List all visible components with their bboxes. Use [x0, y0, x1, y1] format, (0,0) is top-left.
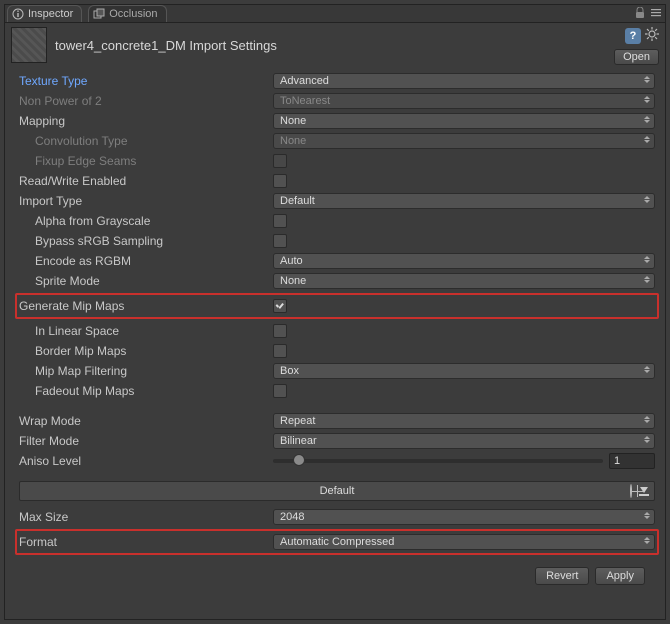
border-mip-maps-checkbox[interactable] — [273, 344, 287, 358]
chevron-updown-icon — [643, 436, 651, 443]
lock-icon[interactable] — [635, 7, 645, 22]
bypass-srgb-checkbox[interactable] — [273, 234, 287, 248]
alpha-from-grayscale-checkbox[interactable] — [273, 214, 287, 228]
mapping-dropdown[interactable]: None — [273, 113, 655, 129]
chevron-updown-icon — [643, 136, 651, 143]
asset-header: tower4_concrete1_DM Import Settings ? Op… — [5, 23, 665, 65]
import-type-dropdown[interactable]: Default — [273, 193, 655, 209]
tab-bar: Inspector Occlusion — [5, 5, 665, 23]
highlight-generate-mip-maps: Generate Mip Maps — [15, 293, 659, 319]
filter-mode-dropdown[interactable]: Bilinear — [273, 433, 655, 449]
texture-type-dropdown[interactable]: Advanced — [273, 73, 655, 89]
read-write-enabled-label: Read/Write Enabled — [19, 174, 273, 188]
alpha-from-grayscale-label: Alpha from Grayscale — [19, 214, 273, 228]
highlight-format: Format Automatic Compressed — [15, 529, 659, 555]
encode-as-rgbm-label: Encode as RGBM — [19, 254, 273, 268]
read-write-enabled-checkbox[interactable] — [273, 174, 287, 188]
pane-menu-icon[interactable] — [651, 7, 661, 22]
convolution-type-label: Convolution Type — [19, 134, 273, 148]
generate-mip-maps-checkbox[interactable] — [273, 299, 287, 313]
platform-bar[interactable]: Default — [19, 481, 655, 501]
format-label: Format — [19, 535, 273, 549]
chevron-updown-icon — [643, 196, 651, 203]
non-power-of-2-label: Non Power of 2 — [19, 94, 273, 108]
generate-mip-maps-label: Generate Mip Maps — [19, 299, 273, 313]
aniso-level-slider[interactable] — [273, 459, 603, 463]
tab-inspector[interactable]: Inspector — [7, 5, 82, 22]
border-mip-maps-label: Border Mip Maps — [19, 344, 273, 358]
mip-map-filtering-label: Mip Map Filtering — [19, 364, 273, 378]
properties-body: Texture Type Advanced Non Power of 2 ToN… — [5, 65, 665, 591]
fadeout-mip-maps-label: Fadeout Mip Maps — [19, 384, 273, 398]
texture-thumbnail — [11, 27, 47, 63]
tab-inspector-label: Inspector — [28, 8, 73, 20]
tab-occlusion[interactable]: Occlusion — [88, 5, 166, 22]
chevron-updown-icon — [643, 76, 651, 83]
non-power-of-2-dropdown: ToNearest — [273, 93, 655, 109]
chevron-updown-icon — [643, 276, 651, 283]
gear-icon[interactable] — [645, 27, 659, 44]
fixup-edge-seams-checkbox — [273, 154, 287, 168]
chevron-updown-icon — [643, 416, 651, 423]
aniso-level-label: Aniso Level — [19, 454, 273, 468]
mip-map-filtering-dropdown[interactable]: Box — [273, 363, 655, 379]
import-type-label: Import Type — [19, 194, 273, 208]
in-linear-space-checkbox[interactable] — [273, 324, 287, 338]
revert-button[interactable]: Revert — [535, 567, 589, 585]
texture-type-label: Texture Type — [19, 74, 273, 88]
sprite-mode-dropdown[interactable]: None — [273, 273, 655, 289]
fixup-edge-seams-label: Fixup Edge Seams — [19, 154, 273, 168]
footer-buttons: Revert Apply — [19, 557, 655, 585]
bypass-srgb-label: Bypass sRGB Sampling — [19, 234, 273, 248]
globe-icon[interactable] — [630, 485, 632, 497]
max-size-dropdown[interactable]: 2048 — [273, 509, 655, 525]
chevron-updown-icon — [643, 116, 651, 123]
chevron-updown-icon — [643, 256, 651, 263]
inspector-panel: Inspector Occlusion tower4_concrete1_DM … — [4, 4, 666, 620]
convolution-type-dropdown: None — [273, 133, 655, 149]
in-linear-space-label: In Linear Space — [19, 324, 273, 338]
filter-mode-label: Filter Mode — [19, 434, 273, 448]
fadeout-mip-maps-checkbox[interactable] — [273, 384, 287, 398]
occlusion-icon — [93, 8, 105, 20]
encode-as-rgbm-dropdown[interactable]: Auto — [273, 253, 655, 269]
chevron-updown-icon — [643, 537, 651, 544]
help-icon[interactable]: ? — [625, 28, 641, 44]
mapping-label: Mapping — [19, 114, 273, 128]
aniso-level-field[interactable]: 1 — [609, 453, 655, 469]
tab-occlusion-label: Occlusion — [109, 8, 157, 20]
chevron-updown-icon — [643, 366, 651, 373]
sprite-mode-label: Sprite Mode — [19, 274, 273, 288]
asset-title: tower4_concrete1_DM Import Settings — [55, 38, 277, 53]
max-size-label: Max Size — [19, 510, 273, 524]
info-icon — [12, 8, 24, 20]
wrap-mode-label: Wrap Mode — [19, 414, 273, 428]
chevron-updown-icon — [643, 512, 651, 519]
platform-default-label: Default — [320, 485, 355, 497]
slider-knob[interactable] — [293, 454, 305, 466]
open-button[interactable]: Open — [614, 49, 659, 65]
wrap-mode-dropdown[interactable]: Repeat — [273, 413, 655, 429]
format-dropdown[interactable]: Automatic Compressed — [273, 534, 655, 550]
apply-button[interactable]: Apply — [595, 567, 645, 585]
chevron-updown-icon — [643, 96, 651, 103]
